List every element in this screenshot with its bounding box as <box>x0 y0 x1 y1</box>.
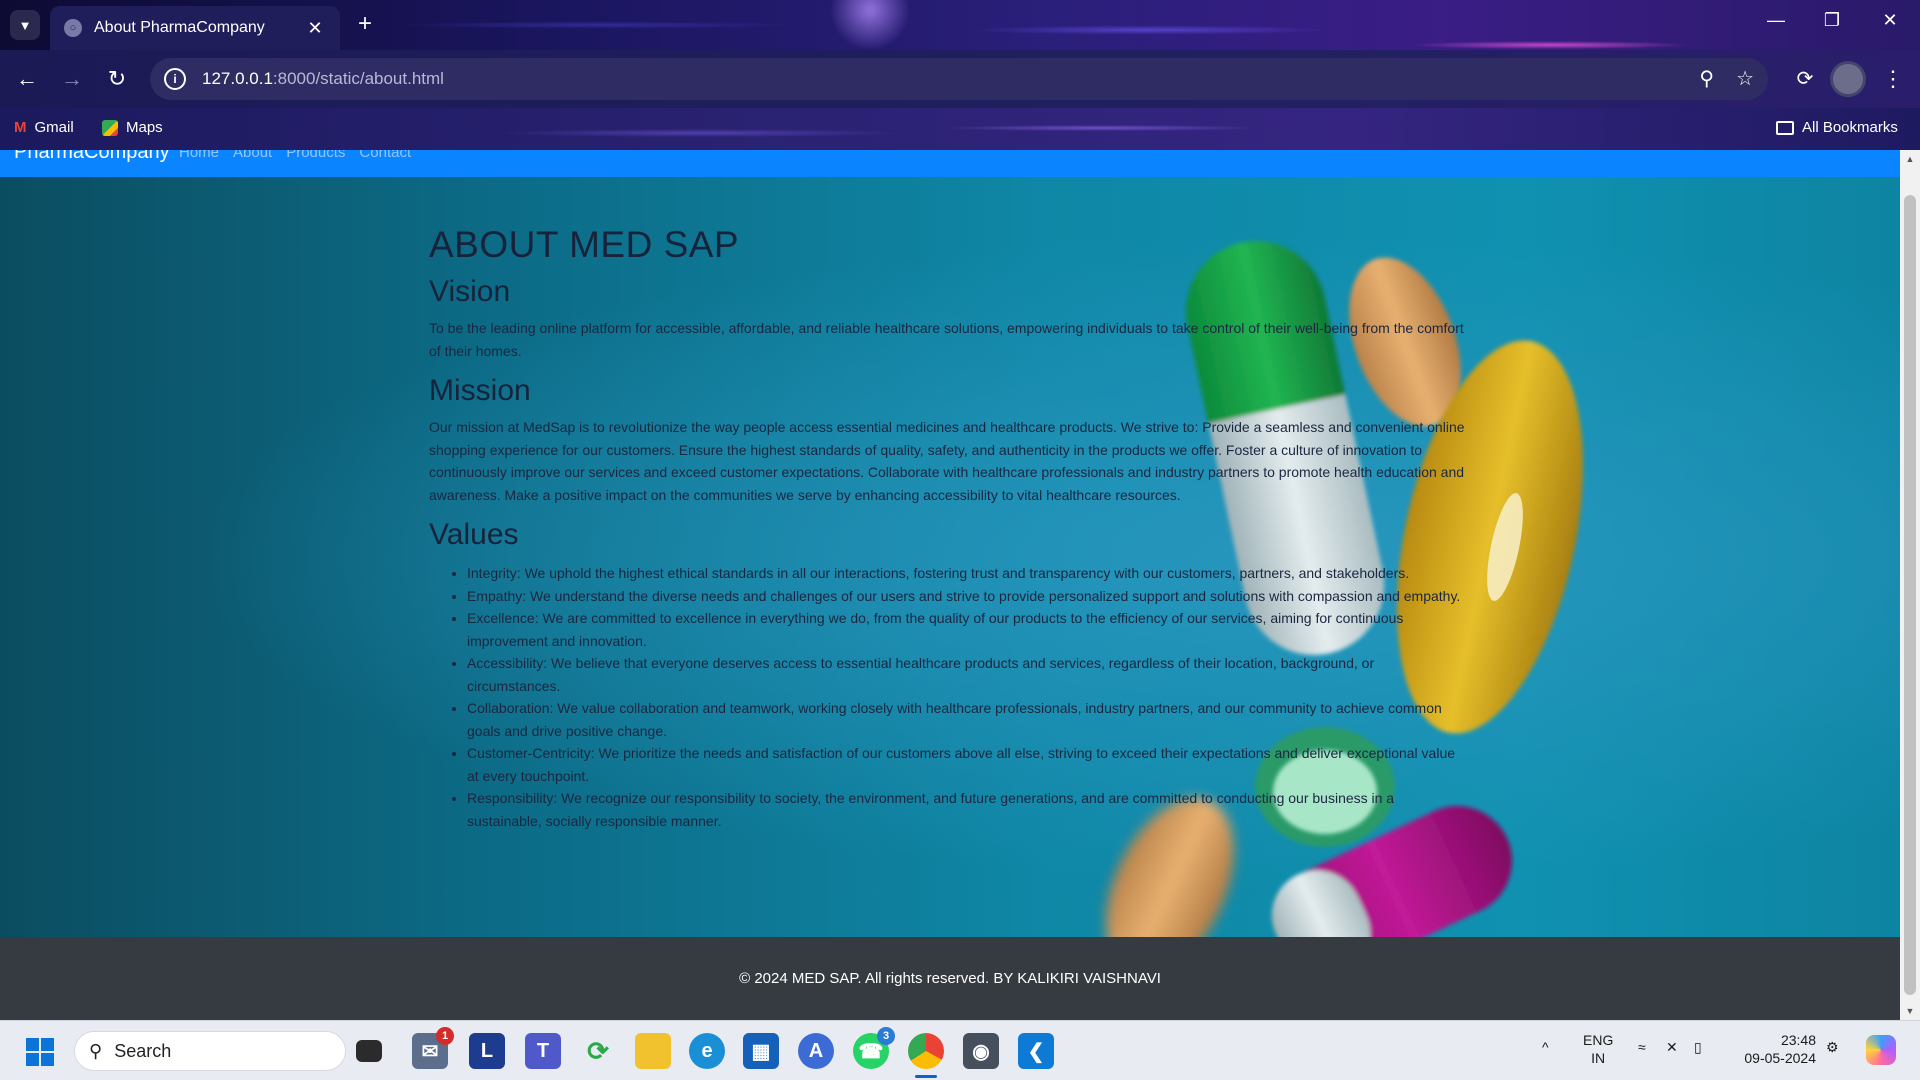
vscode-icon[interactable]: ❮ <box>1018 1033 1054 1069</box>
volume-muted-icon[interactable]: ✕ <box>1666 1039 1678 1056</box>
l-app-glyph: L <box>480 1039 494 1062</box>
value-item-collaboration: Collaboration: We value collaboration an… <box>467 697 1469 742</box>
teams-icon[interactable]: T <box>525 1033 561 1069</box>
globe-icon: ○ <box>64 19 82 37</box>
more-menu-icon[interactable]: ⋮ <box>1880 64 1906 94</box>
mission-heading: Mission <box>429 374 531 407</box>
url-path: :8000/static/about.html <box>272 69 444 88</box>
edge-icon[interactable]: e <box>689 1033 725 1069</box>
mission-text: Our mission at MedSap is to revolutioniz… <box>429 419 1465 503</box>
back-button[interactable]: ← <box>12 64 42 94</box>
mail-icon[interactable]: ✉ 1 <box>412 1027 454 1069</box>
bookmark-label: Gmail <box>34 119 74 136</box>
site-nav-links: Home About Products Contact <box>179 150 411 161</box>
whatsapp-icon[interactable]: ☎ 3 <box>853 1027 895 1069</box>
site-info-icon[interactable]: i <box>164 68 186 90</box>
language-indicator[interactable]: ENG IN <box>1583 1031 1613 1067</box>
active-tab[interactable]: ○ About PharmaCompany ✕ <box>50 6 340 50</box>
folder-icon <box>1776 120 1794 135</box>
whatsapp-badge: 3 <box>877 1027 895 1045</box>
nav-link-contact[interactable]: Contact <box>359 150 411 161</box>
windows-start-icon[interactable] <box>26 1038 54 1066</box>
all-bookmarks-label: All Bookmarks <box>1802 119 1898 136</box>
file-explorer-icon[interactable] <box>635 1033 671 1069</box>
wifi-icon[interactable]: ≈ <box>1638 1039 1646 1055</box>
bookmark-gmail[interactable]: M Gmail <box>14 119 74 136</box>
profile-avatar[interactable] <box>1830 61 1866 97</box>
bookmark-label: Maps <box>126 119 163 136</box>
value-item-excellence: Excellence: We are committed to excellen… <box>467 607 1469 652</box>
tab-title: About PharmaCompany <box>94 19 265 36</box>
address-bar[interactable]: i 127.0.0.1:8000/static/about.html ⚲ ☆ <box>150 58 1768 100</box>
bookmarks-bar: M Gmail Maps All Bookmarks <box>0 108 1920 150</box>
reload-button[interactable]: ↻ <box>102 64 132 94</box>
zoom-icon[interactable]: ⚲ <box>1699 66 1714 91</box>
page-title: ABOUT MED SAP <box>429 224 740 265</box>
restore-button[interactable]: ❐ <box>1812 10 1852 31</box>
value-item-accessibility: Accessibility: We believe that everyone … <box>467 652 1469 697</box>
vision-heading: Vision <box>429 275 511 308</box>
extension-icon[interactable]: ⟳ <box>1790 64 1820 94</box>
footer-text: © 2024 MED SAP. All rights reserved. BY … <box>739 970 1161 987</box>
bookmark-star-icon[interactable]: ☆ <box>1736 66 1754 91</box>
sync-app-icon[interactable]: ⟳ <box>580 1033 616 1069</box>
values-list: Integrity: We uphold the highest ethical… <box>429 562 1469 832</box>
tab-search-button[interactable]: ▼ <box>10 10 40 40</box>
url-host: 127.0.0.1 <box>202 69 273 88</box>
l-app-icon[interactable]: L <box>469 1033 505 1069</box>
language-code: ENG <box>1583 1032 1614 1048</box>
active-app-indicator <box>915 1075 937 1078</box>
about-hero-section: ABOUT MED SAP Vision To be the leading o… <box>0 177 1900 937</box>
value-item-integrity: Integrity: We uphold the highest ethical… <box>467 562 1469 585</box>
about-content: ABOUT MED SAP Vision To be the leading o… <box>429 223 1469 832</box>
store-icon[interactable]: ▦ <box>743 1033 779 1069</box>
bookmark-maps[interactable]: Maps <box>102 119 163 136</box>
clock-date: 09-05-2024 <box>1744 1050 1816 1066</box>
search-icon: ⚲ <box>89 1040 103 1061</box>
all-bookmarks-button[interactable]: All Bookmarks <box>1776 119 1898 136</box>
nav-link-about[interactable]: About <box>233 150 272 161</box>
value-item-empathy: Empathy: We understand the diverse needs… <box>467 585 1469 608</box>
nav-link-home[interactable]: Home <box>179 150 219 161</box>
taskbar-search[interactable]: ⚲ Search <box>74 1031 346 1071</box>
battery-icon[interactable]: ▯ <box>1694 1039 1702 1056</box>
values-heading: Values <box>429 518 519 551</box>
page-viewport: PharmaCompany Home About Products Contac… <box>0 150 1900 1020</box>
page-scrollbar[interactable]: ▲ ▼ <box>1900 150 1920 1020</box>
site-footer: © 2024 MED SAP. All rights reserved. BY … <box>0 937 1900 1020</box>
close-tab-icon[interactable]: ✕ <box>304 18 326 39</box>
chrome-icon[interactable] <box>908 1033 944 1069</box>
forward-button[interactable]: → <box>57 64 87 94</box>
new-tab-button[interactable]: + <box>352 12 378 38</box>
nav-link-products[interactable]: Products <box>286 150 345 161</box>
tray-overflow-icon[interactable]: ^ <box>1542 1039 1549 1055</box>
copilot-icon[interactable] <box>1866 1035 1896 1065</box>
taskbar-search-placeholder: Search <box>114 1040 172 1061</box>
tab-strip: ▼ ○ About PharmaCompany ✕ + — ❐ ✕ <box>0 0 1920 50</box>
affinity-icon[interactable]: A <box>798 1033 834 1069</box>
clock-time: 23:48 <box>1780 1032 1816 1048</box>
chevron-down-icon: ▼ <box>18 17 32 33</box>
windows-taskbar: ⚲ Search ✉ 1 L T ⟳ e ▦ A ☎ 3 ◉ ❮ ^ ENG IN … <box>0 1020 1920 1080</box>
vision-text: To be the leading online platform for ac… <box>429 320 1464 359</box>
scrollbar-thumb[interactable] <box>1904 195 1916 995</box>
task-view-icon[interactable] <box>356 1040 382 1062</box>
gmail-icon: M <box>14 119 27 136</box>
site-brand[interactable]: PharmaCompany <box>14 150 170 164</box>
scroll-down-icon[interactable]: ▼ <box>1900 1006 1920 1016</box>
close-window-button[interactable]: ✕ <box>1870 10 1910 31</box>
browser-toolbar: ← → ↻ i 127.0.0.1:8000/static/about.html… <box>0 50 1920 108</box>
scroll-up-icon[interactable]: ▲ <box>1900 154 1920 164</box>
mail-badge: 1 <box>436 1027 454 1045</box>
system-clock[interactable]: 23:48 09-05-2024 <box>1740 1031 1816 1067</box>
camera-icon[interactable]: ◉ <box>963 1033 999 1069</box>
notification-icon[interactable]: ⚙ <box>1826 1039 1839 1056</box>
value-item-responsibility: Responsibility: We recognize our respons… <box>467 787 1469 832</box>
value-item-customer-centricity: Customer-Centricity: We prioritize the n… <box>467 742 1469 787</box>
minimize-button[interactable]: — <box>1756 10 1796 31</box>
region-code: IN <box>1591 1050 1606 1066</box>
site-navbar: PharmaCompany Home About Products Contac… <box>0 150 1900 177</box>
maps-icon <box>102 119 118 136</box>
